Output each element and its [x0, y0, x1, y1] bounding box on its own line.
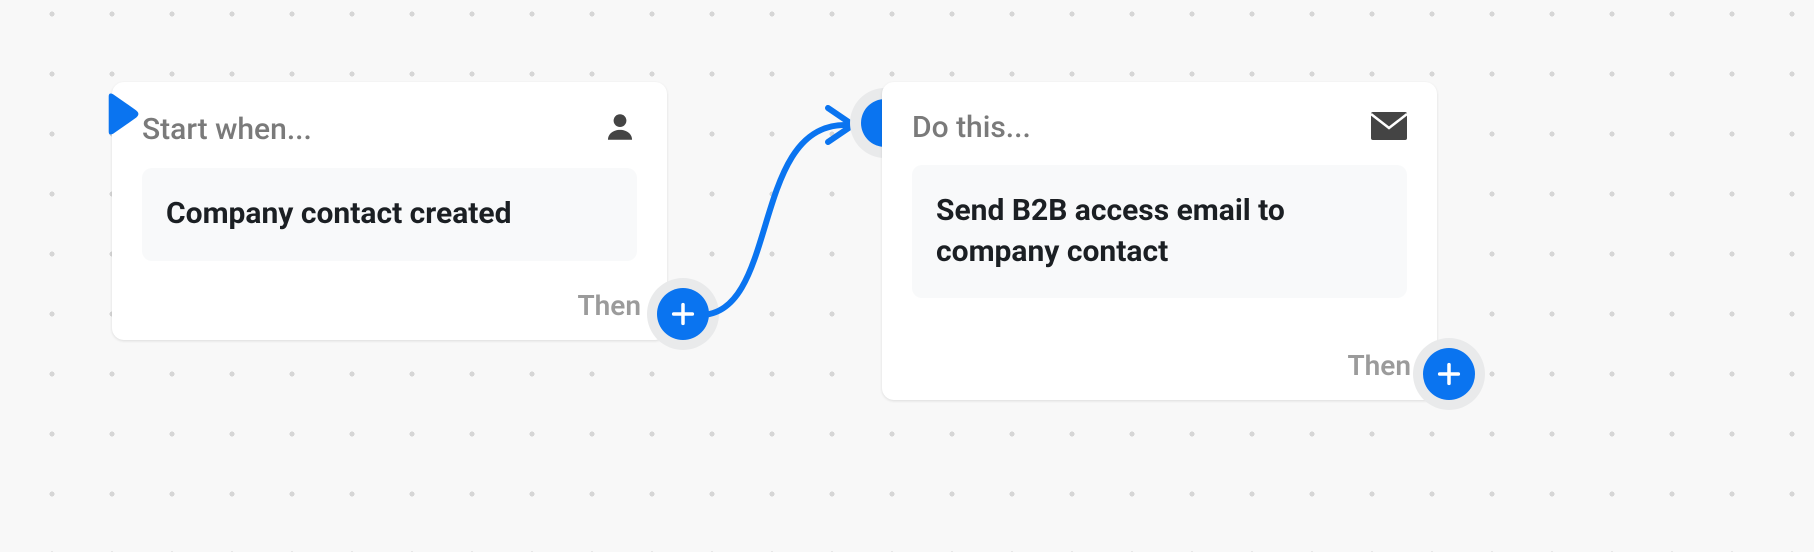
then-label: Then	[1347, 349, 1411, 382]
action-header: Do this...	[912, 110, 1407, 145]
plus-icon	[1423, 348, 1475, 400]
trigger-title: Start when...	[142, 112, 312, 147]
trigger-header: Start when...	[142, 110, 637, 148]
action-footer: Then	[1347, 349, 1411, 382]
envelope-icon	[1371, 112, 1407, 144]
trigger-footer: Then	[577, 289, 641, 322]
trigger-condition[interactable]: Company contact created	[142, 168, 637, 261]
action-description[interactable]: Send B2B access email to company contact	[912, 165, 1407, 298]
add-step-button[interactable]	[1413, 338, 1485, 410]
trigger-start-indicator	[106, 92, 140, 140]
add-step-button[interactable]	[647, 278, 719, 350]
plus-icon	[657, 288, 709, 340]
trigger-node[interactable]: Start when... Company contact created Th…	[112, 82, 667, 340]
action-node[interactable]: Do this... Send B2B access email to comp…	[882, 82, 1437, 400]
workflow-canvas[interactable]: Start when... Company contact created Th…	[0, 0, 1814, 552]
action-title: Do this...	[912, 110, 1031, 145]
person-icon	[603, 110, 637, 148]
then-label: Then	[577, 289, 641, 322]
